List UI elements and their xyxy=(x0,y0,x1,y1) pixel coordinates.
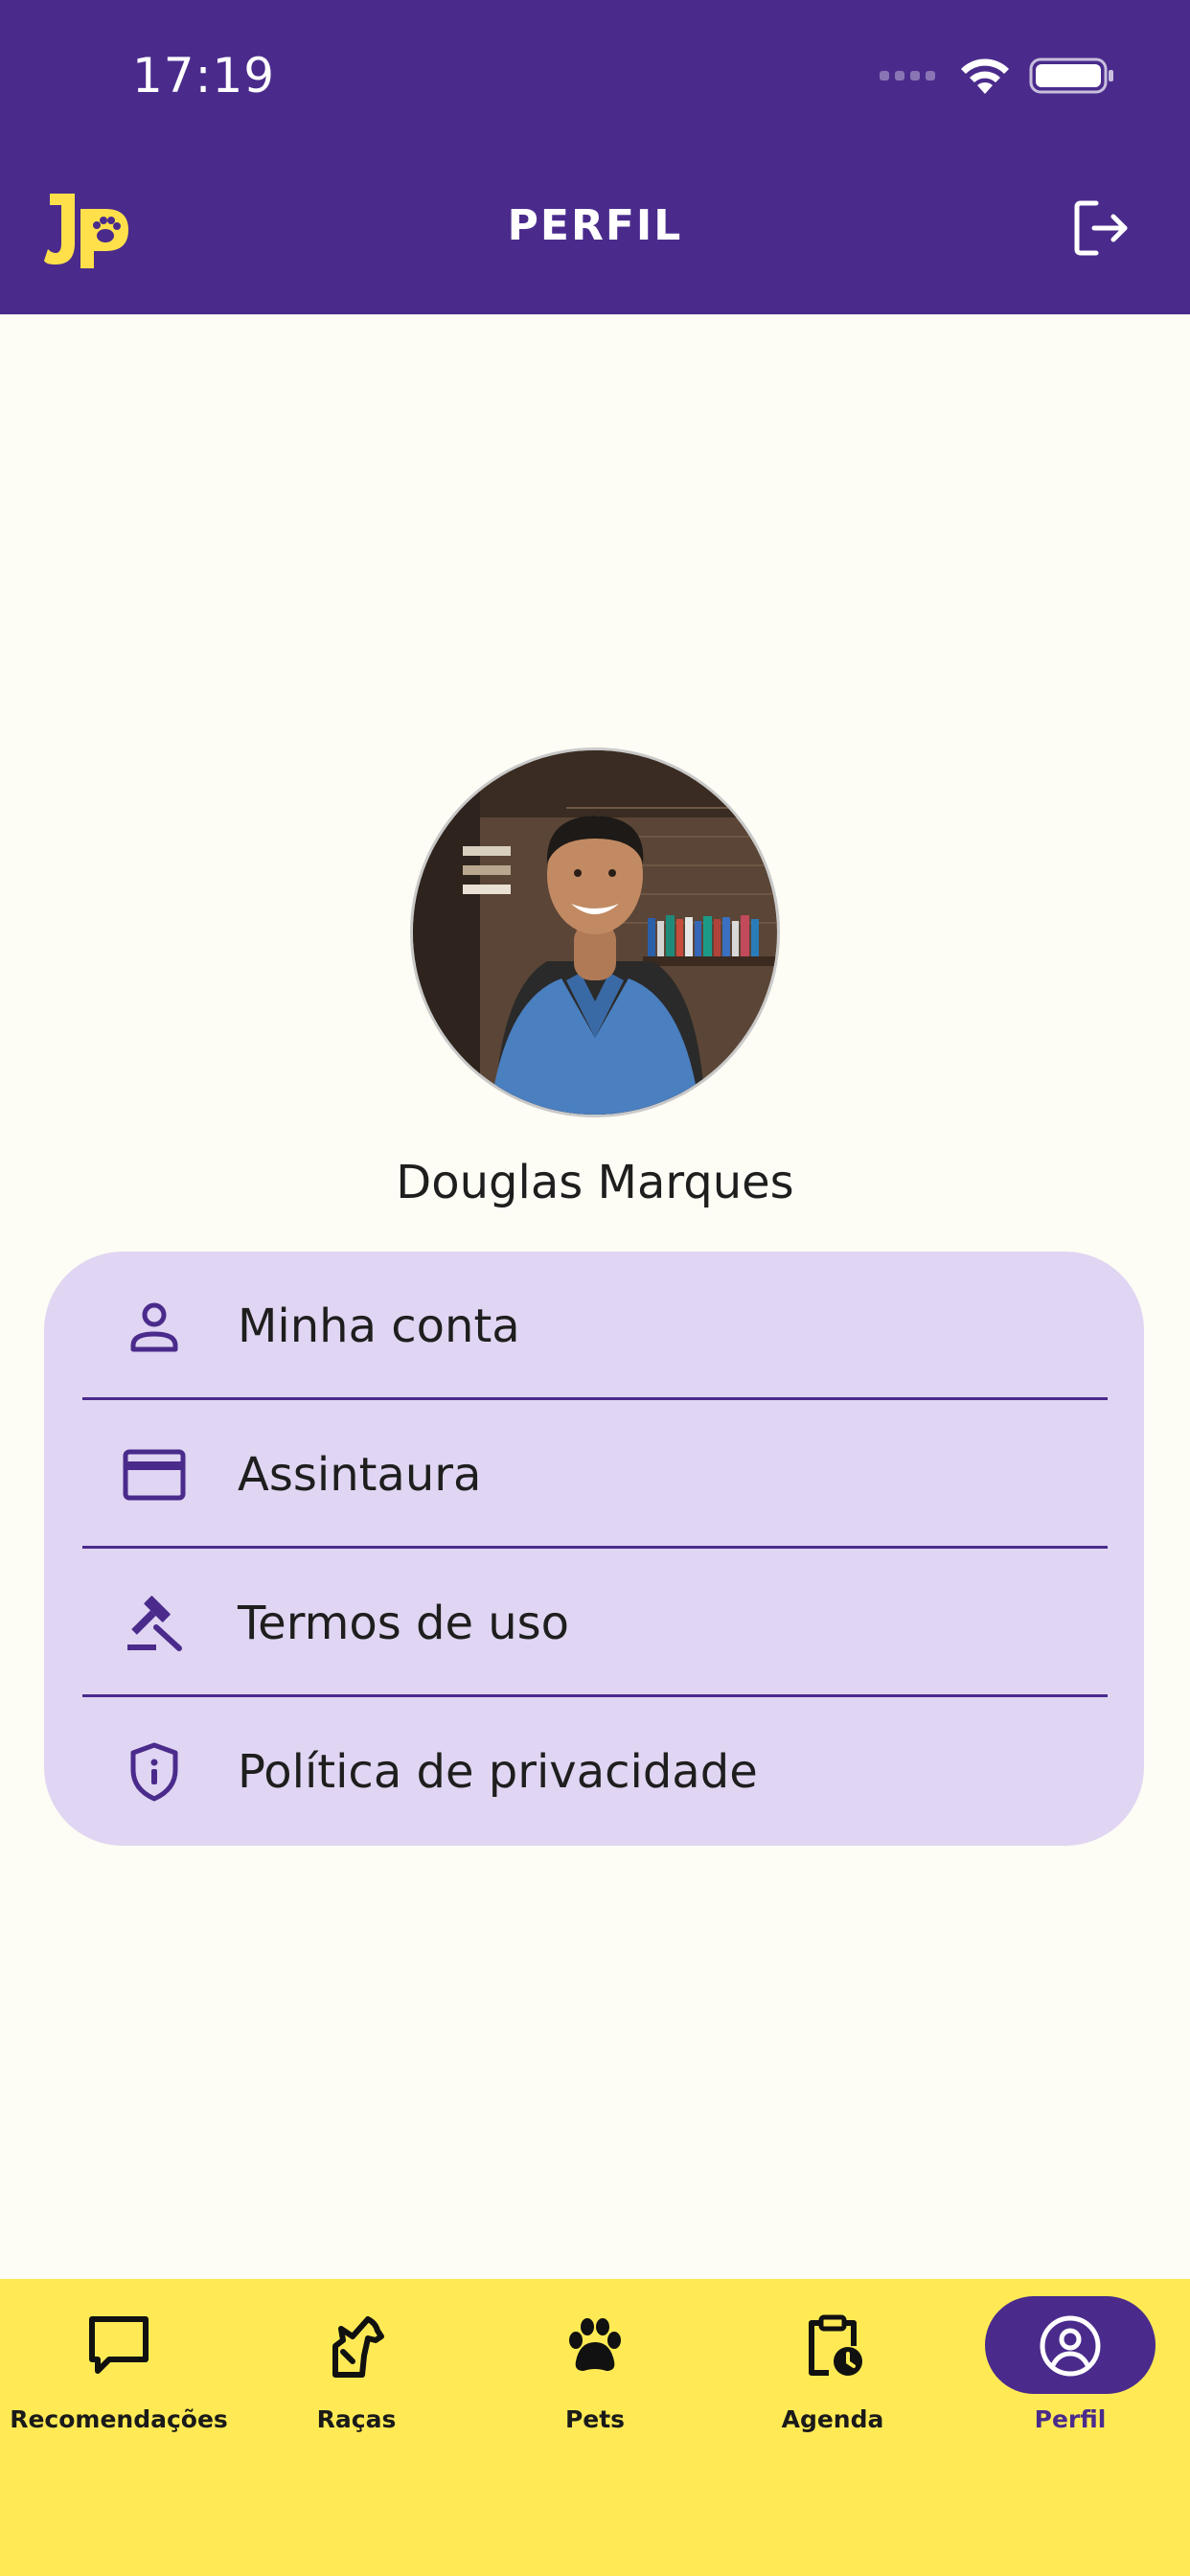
nav-item-perfil[interactable]: Perfil xyxy=(951,2279,1189,2471)
nav-label: Agenda xyxy=(781,2405,884,2433)
account-circle-icon xyxy=(1036,2312,1105,2380)
nav-item-pets[interactable]: Pets xyxy=(476,2279,714,2471)
nav-item-racas[interactable]: Raças xyxy=(238,2279,475,2471)
nav-item-agenda[interactable]: Agenda xyxy=(714,2279,951,2471)
menu-item-politica-de-privacidade[interactable]: Política de privacidade xyxy=(82,1697,1108,1846)
cellular-signal-icon xyxy=(880,71,935,80)
profile-name: Douglas Marques xyxy=(396,1156,794,1209)
menu-item-label: Política de privacidade xyxy=(238,1744,758,1799)
logout-icon xyxy=(1074,200,1128,256)
nav-label: Raças xyxy=(316,2405,397,2433)
paw-icon xyxy=(561,2312,629,2380)
chat-bubble-icon xyxy=(84,2312,153,2380)
person-icon xyxy=(121,1293,188,1360)
dog-breed-icon xyxy=(322,2312,391,2380)
menu-item-termos-de-uso[interactable]: Termos de uso xyxy=(82,1549,1108,1697)
page-title: PERFIL xyxy=(507,201,683,250)
status-time: 17:19 xyxy=(132,48,276,104)
status-icons xyxy=(880,56,1115,96)
bottom-navigation: Recomendações Raças Pets Agenda Perfil xyxy=(0,2279,1190,2576)
menu-item-assinatura[interactable]: Assintaura xyxy=(82,1400,1108,1549)
profile-menu: Minha conta Assintaura Termos de uso Pol… xyxy=(44,1252,1144,1846)
logout-button[interactable] xyxy=(1071,197,1133,259)
wifi-icon xyxy=(961,58,1009,94)
gavel-icon xyxy=(121,1590,188,1657)
nav-item-recomendacoes[interactable]: Recomendações xyxy=(0,2279,238,2471)
shield-info-icon xyxy=(121,1738,188,1806)
nav-label: Pets xyxy=(564,2405,626,2433)
menu-item-label: Assintaura xyxy=(238,1447,482,1502)
nav-label: Recomendações xyxy=(10,2405,228,2433)
clipboard-clock-icon xyxy=(798,2312,867,2380)
menu-item-minha-conta[interactable]: Minha conta xyxy=(82,1252,1108,1400)
app-header: 17:19 PERFIL xyxy=(0,0,1190,314)
menu-item-label: Termos de uso xyxy=(238,1596,570,1650)
credit-card-icon xyxy=(121,1441,188,1508)
profile-avatar[interactable] xyxy=(410,748,780,1117)
battery-icon xyxy=(1029,58,1113,94)
nav-label: Perfil xyxy=(1034,2405,1107,2433)
menu-item-label: Minha conta xyxy=(238,1299,520,1353)
